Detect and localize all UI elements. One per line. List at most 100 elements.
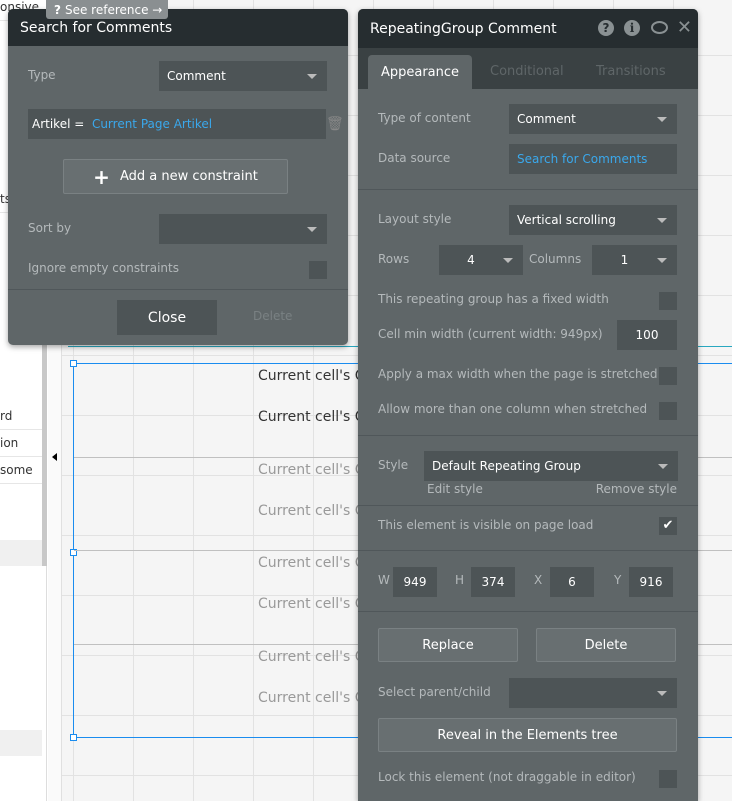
delete-button[interactable]: Delete [253,309,292,323]
cell-text: Current cell's C [258,690,365,706]
ignore-checkbox[interactable] [309,261,327,279]
chevron-down-icon [657,117,667,122]
constraint-field[interactable]: Artikel = [32,117,84,131]
replace-button[interactable]: Replace [378,628,518,662]
y-input[interactable]: 916 [629,567,673,597]
resize-handle[interactable] [70,360,77,367]
h-label: H [455,573,465,587]
rows-label: Rows [378,252,410,266]
fixed-width-checkbox[interactable] [659,292,677,310]
divider [358,189,698,190]
chevron-down-icon [307,74,317,79]
cell-text: Current cell's C [258,409,365,425]
add-constraint-button[interactable]: + Add a new constraint [63,159,288,194]
layout-style-dropdown[interactable]: Vertical scrolling [509,205,677,235]
delete-button[interactable]: Delete [536,628,676,662]
tab-bar: Appearance Conditional Transitions [358,48,698,89]
tab-appearance[interactable]: Appearance [368,55,472,89]
rows-value: 4 [467,253,475,267]
divider [358,550,698,551]
lock-checkbox[interactable] [659,770,677,788]
chevron-down-icon [307,227,317,232]
max-width-label: Apply a max width when the page is stret… [378,367,658,381]
edit-style-link[interactable]: Edit style [427,482,483,496]
cell-text: Current cell's C [258,368,365,384]
remove-style-link[interactable]: Remove style [596,482,677,496]
type-of-content-value: Comment [517,112,576,126]
columns-value: 1 [620,253,629,267]
ignore-label: Ignore empty constraints [28,261,179,275]
x-input[interactable]: 6 [550,567,594,597]
cell-min-width-label: Cell min width (current width: 949px) [378,327,603,341]
columns-label: Columns [529,252,582,266]
checkmark-icon: ✔ [662,518,674,533]
rows-dropdown[interactable]: 4 [439,245,523,275]
add-constraint-label: Add a new constraint [119,169,258,184]
chevron-down-icon [657,258,667,263]
layout-style-value: Vertical scrolling [517,213,616,227]
close-icon[interactable]: ✕ [677,17,692,38]
sidebar-section [0,730,42,756]
chevron-down-icon [503,258,513,263]
x-label: X [534,573,543,587]
sidebar-fragment[interactable]: some [0,457,42,484]
comment-icon[interactable] [651,21,668,34]
reveal-elements-tree-button[interactable]: Reveal in the Elements tree [378,718,677,752]
chevron-down-icon [657,218,667,223]
sidebar-fragment[interactable]: rd [0,403,42,430]
width-input[interactable]: 949 [393,567,437,597]
panel-title: RepeatingGroup Comment [370,20,557,37]
cell-text: Current cell's C [258,503,365,519]
plus-icon: + [93,164,110,189]
data-source-field[interactable]: Search for Comments [509,144,677,174]
layout-style-label: Layout style [378,212,452,226]
sidebar-fragment[interactable]: ion [0,430,42,457]
cell-text: Current cell's C [258,555,365,571]
see-reference-button[interactable]: ? See reference → [46,0,168,19]
columns-dropdown[interactable]: 1 [592,245,677,275]
trash-icon[interactable]: 🗑 [326,116,344,132]
info-icon[interactable]: i [624,20,640,36]
type-value: Comment [167,69,226,83]
chevron-down-icon [657,691,667,696]
select-parent-dropdown[interactable] [509,678,677,708]
constraint-value[interactable]: Current Page Artikel [92,117,212,131]
chevron-down-icon [658,464,668,469]
cell-text: Current cell's C [258,596,365,612]
collapse-arrow-icon[interactable] [52,453,57,461]
cell-text: Current cell's C [258,649,365,665]
cell-min-width-input[interactable]: 100 [617,320,677,350]
visible-checkbox[interactable]: ✔ [659,517,677,535]
type-label: Type [28,68,56,82]
style-dropdown[interactable]: Default Repeating Group [424,451,678,481]
max-width-checkbox[interactable] [659,367,677,385]
close-button[interactable]: Close [117,300,217,335]
select-parent-label: Select parent/child [378,685,491,699]
height-input[interactable]: 374 [471,567,515,597]
sidebar-section [0,540,42,566]
sidebar-scrollbar[interactable] [42,340,47,566]
resize-handle[interactable] [70,734,77,741]
visible-label: This element is visible on page load [378,518,594,532]
question-icon: ? [54,2,61,17]
tab-conditional[interactable]: Conditional [490,64,564,79]
type-of-content-label: Type of content [378,111,471,125]
see-reference-label: See reference → [64,2,163,17]
sort-dropdown[interactable] [159,214,327,244]
divider [358,505,698,506]
multi-column-label: Allow more than one column when stretche… [378,402,648,416]
lock-label: Lock this element (not draggable in edit… [378,770,636,784]
divider [358,435,698,436]
type-of-content-dropdown[interactable]: Comment [509,104,677,134]
multi-column-checkbox[interactable] [659,402,677,420]
y-label: Y [614,573,622,587]
divider [8,289,348,290]
constraint-row[interactable]: Artikel = Current Page Artikel [28,109,326,139]
search-panel: Search for Comments Type Comment Artikel… [8,9,348,345]
tab-transitions[interactable]: Transitions [596,64,666,79]
help-icon[interactable]: ? [598,20,614,36]
w-label: W [378,573,390,587]
style-value: Default Repeating Group [432,459,581,473]
data-source-label: Data source [378,151,451,165]
type-dropdown[interactable]: Comment [159,61,327,91]
